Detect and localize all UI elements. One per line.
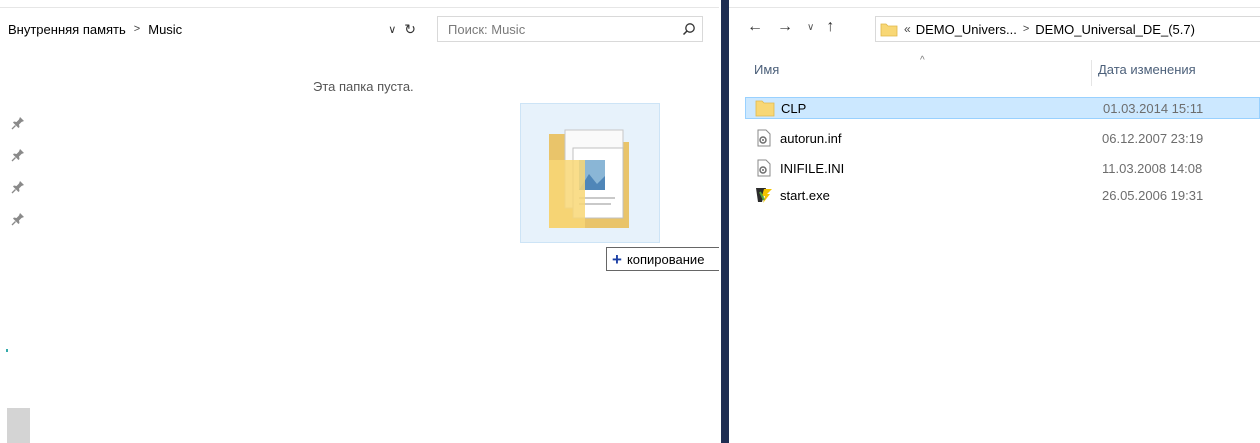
nav-pane-scrollbar[interactable]	[7, 408, 30, 443]
plus-icon: +	[612, 249, 622, 269]
settings-file-icon	[753, 128, 775, 148]
file-name: INIFILE.INI	[780, 160, 845, 176]
folder-icon	[754, 98, 776, 118]
recent-locations-chevron-icon[interactable]: ∨	[807, 22, 814, 33]
settings-file-icon	[753, 158, 775, 178]
file-date: 01.03.2014 15:11	[1103, 100, 1204, 116]
right-window-top-edge	[729, 0, 1260, 8]
left-search-box[interactable]: Поиск: Music	[437, 16, 703, 42]
file-date: 11.03.2008 14:08	[1102, 160, 1203, 176]
sort-ascending-icon: ^	[920, 55, 925, 66]
file-name: autorun.inf	[780, 130, 842, 146]
pin-icon[interactable]	[11, 116, 25, 130]
app-executable-icon	[753, 185, 775, 205]
file-name: start.exe	[780, 187, 830, 203]
drag-copy-tooltip: + копирование	[606, 247, 734, 271]
quick-access-pins	[11, 116, 25, 244]
breadcrumb-demo-univers[interactable]: DEMO_Univers...	[916, 22, 1017, 37]
left-address-bar[interactable]: Внутренняя память > Music ∨ ↻	[8, 16, 416, 42]
column-separator[interactable]	[1091, 60, 1092, 86]
breadcrumb-chevron-icon: >	[1022, 23, 1030, 35]
back-arrow-icon[interactable]: ←	[747, 18, 763, 36]
drag-preview-tile	[520, 103, 660, 243]
empty-folder-message: Эта папка пуста.	[313, 79, 414, 94]
window-divider	[721, 0, 729, 443]
search-input[interactable]: Поиск: Music	[448, 22, 676, 37]
forward-arrow-icon[interactable]: →	[777, 18, 793, 36]
breadcrumb-chevron-icon: >	[133, 23, 141, 35]
right-address-bar[interactable]: « DEMO_Univers... > DEMO_Universal_DE_(5…	[875, 16, 1260, 42]
drag-action-label: копирование	[626, 251, 705, 267]
overflow-chevrons[interactable]: «	[904, 22, 911, 36]
up-arrow-icon[interactable]: ↑	[826, 18, 834, 36]
pin-icon[interactable]	[11, 180, 25, 194]
left-window-top-edge	[0, 0, 719, 8]
breadcrumb-internal-memory[interactable]: Внутренняя память	[8, 22, 126, 37]
nav-pane-marker	[6, 349, 8, 352]
file-row-inifile[interactable]: INIFILE.INI 11.03.2008 14:08	[745, 157, 1260, 179]
refresh-icon[interactable]: ↻	[404, 21, 416, 38]
search-icon[interactable]	[676, 22, 702, 36]
file-date: 06.12.2007 23:19	[1102, 130, 1204, 146]
column-header-name[interactable]: Имя	[754, 62, 779, 86]
address-history-dropdown-icon[interactable]: ∨	[388, 23, 396, 36]
column-header-date-modified[interactable]: Дата изменения	[1098, 62, 1196, 86]
file-name: CLP	[781, 100, 807, 116]
breadcrumb-demo-universal-de[interactable]: DEMO_Universal_DE_(5.7)	[1035, 22, 1195, 37]
file-row-clp[interactable]: CLP 01.03.2014 15:11	[745, 97, 1260, 119]
breadcrumb-music[interactable]: Music	[148, 22, 182, 37]
folder-icon	[880, 23, 898, 37]
pin-icon[interactable]	[11, 212, 25, 226]
dragged-folder-icon	[549, 129, 629, 228]
right-explorer-window: ← → ∨ ↑ « DEMO_Univers... > DEMO_Univers…	[729, 0, 1260, 443]
navigation-buttons: ← → ∨ ↑	[747, 18, 848, 36]
left-explorer-window: Внутренняя память > Music ∨ ↻ Поиск: Mus…	[0, 0, 734, 443]
file-date: 26.05.2006 19:31	[1102, 187, 1204, 203]
file-row-start-exe[interactable]: start.exe 26.05.2006 19:31	[745, 184, 1260, 206]
pin-icon[interactable]	[11, 148, 25, 162]
file-row-autorun[interactable]: autorun.inf 06.12.2007 23:19	[745, 127, 1260, 149]
